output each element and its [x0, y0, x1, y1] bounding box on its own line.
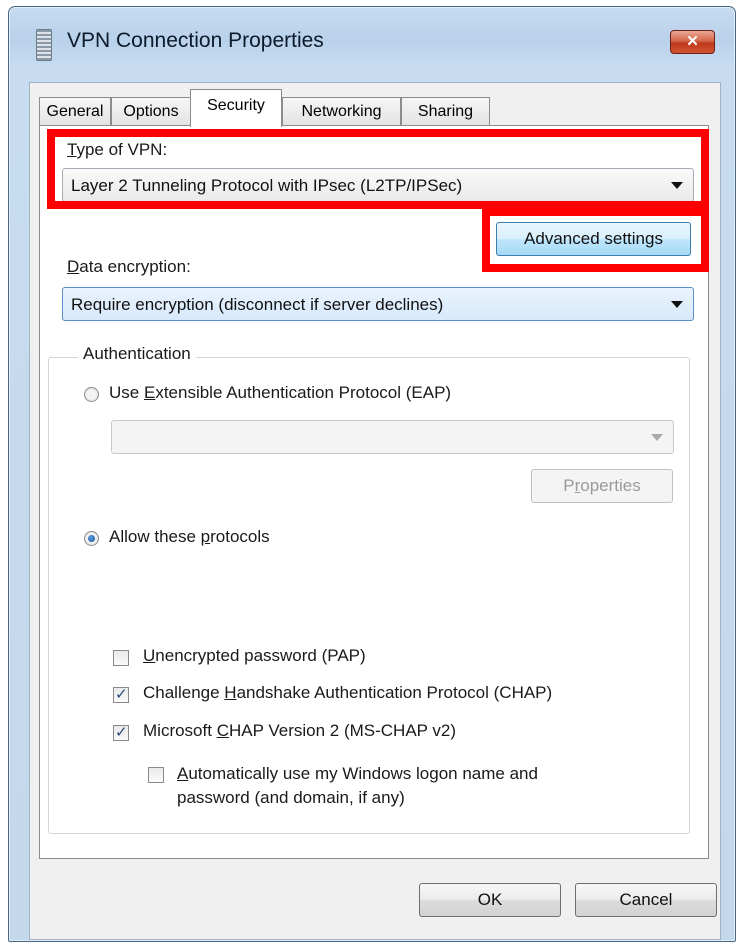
data-encryption-label: Data encryption: [67, 257, 191, 276]
tab-options[interactable]: Options [111, 97, 191, 126]
tab-networking[interactable]: Networking [282, 97, 401, 126]
window-title: VPN Connection Properties [67, 29, 324, 52]
chevron-down-icon [671, 301, 683, 308]
eap-option-label[interactable]: Use Extensible Authentication Protocol (… [109, 383, 451, 403]
mschapv2-label[interactable]: Microsoft CHAP Version 2 (MS-CHAP v2) [143, 721, 456, 741]
tab-sharing[interactable]: Sharing [401, 97, 490, 126]
network-icon [36, 29, 52, 61]
tab-security[interactable]: Security [190, 89, 282, 127]
close-button[interactable]: ✕ [670, 30, 715, 54]
title-bar[interactable]: VPN Connection Properties ✕ [9, 7, 735, 79]
allow-protocols-label[interactable]: Allow these protocols [109, 527, 270, 547]
auto-logon-checkbox[interactable] [148, 767, 164, 783]
chap-label[interactable]: Challenge Handshake Authentication Proto… [143, 683, 552, 703]
vpn-type-highlight [47, 129, 709, 209]
advanced-settings-highlight [482, 208, 709, 272]
tab-general[interactable]: General [39, 97, 111, 126]
data-encryption-value: Require encryption (disconnect if server… [71, 295, 444, 314]
chevron-down-icon [651, 434, 663, 441]
eap-radio[interactable] [84, 387, 99, 402]
authentication-legend: Authentication [78, 344, 196, 364]
pap-label[interactable]: Unencrypted password (PAP) [143, 646, 366, 666]
data-encryption-dropdown[interactable]: Require encryption (disconnect if server… [62, 287, 694, 321]
pap-checkbox[interactable] [113, 650, 129, 666]
mschapv2-checkbox[interactable] [113, 723, 129, 741]
cancel-button[interactable]: Cancel [575, 883, 717, 917]
allow-protocols-radio[interactable] [84, 531, 99, 546]
eap-method-dropdown[interactable] [111, 420, 674, 454]
chap-checkbox[interactable] [113, 685, 129, 703]
eap-properties-button[interactable]: Properties [531, 469, 673, 503]
ok-button[interactable]: OK [419, 883, 561, 917]
auto-logon-label[interactable]: Automatically use my Windows logon name … [177, 762, 538, 810]
